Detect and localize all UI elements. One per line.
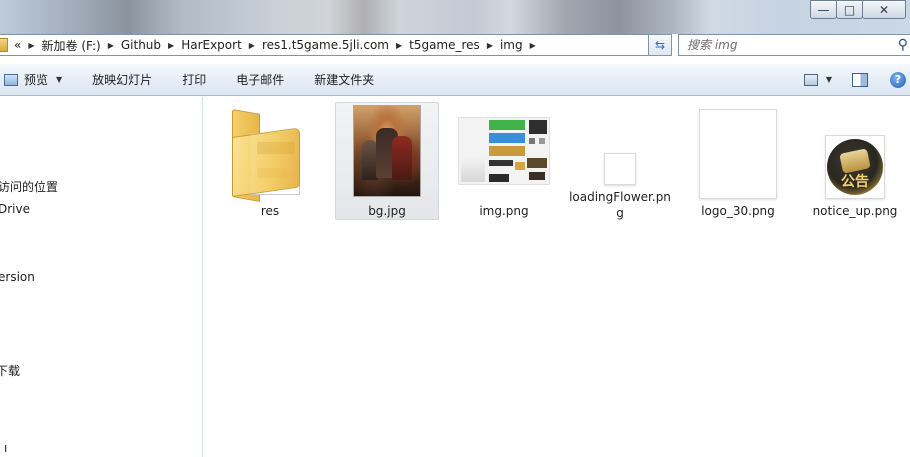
chevron-right-icon: ▶ [28, 40, 35, 50]
file-name: notice_up.png [812, 204, 898, 218]
file-tile-notice-up-png[interactable]: 公告 notice_up.png [803, 103, 907, 221]
print-label: 打印 [182, 73, 207, 87]
image-thumbnail: 公告 [825, 135, 885, 199]
breadcrumb-label: t5game_res [409, 38, 480, 52]
nav-item-version[interactable]: ersion [0, 270, 35, 284]
chevron-down-icon[interactable]: ▼ [826, 75, 832, 84]
new-folder-button[interactable]: 新建文件夹 [314, 71, 374, 88]
nav-item-label: Drive [0, 202, 30, 216]
close-button[interactable]: ✕ [862, 0, 906, 19]
search-box[interactable]: ⚲ [678, 34, 910, 56]
file-name: loadingFlower.png [569, 190, 671, 220]
file-tile-loadingflower-png[interactable]: loadingFlower.png [568, 103, 672, 221]
file-name: bg.jpg [368, 204, 406, 218]
thumbnail [572, 103, 668, 185]
slideshow-label: 放映幻灯片 [92, 73, 153, 87]
preview-pane-icon[interactable] [852, 72, 868, 87]
file-tile-img-png[interactable]: img.png [452, 103, 556, 221]
toolbar-right: ▼ ? [803, 64, 910, 95]
thumbnail [339, 103, 435, 199]
file-tile-res[interactable]: res [218, 103, 322, 221]
email-button[interactable]: 电子邮件 [236, 71, 284, 88]
window-controls: — □ ✕ [810, 0, 906, 19]
nav-item-label: 下载 [0, 364, 21, 378]
nav-item-recent-places[interactable]: 访问的位置 [0, 178, 58, 195]
chevron-right-icon: ▶ [529, 40, 536, 50]
breadcrumb-label: 新加卷 (F:) [41, 38, 101, 53]
nav-item-label: ersion [0, 270, 35, 284]
image-thumbnail [699, 109, 777, 199]
chevron-right-icon: ▶ [168, 40, 175, 50]
file-tile-logo30-png[interactable]: logo_30.png [686, 103, 790, 221]
image-thumbnail [458, 117, 550, 185]
preview-button[interactable]: 预览 ▼ [4, 71, 62, 88]
image-thumbnail [353, 105, 421, 197]
breadcrumb-img[interactable]: ▶ img ▶ [480, 38, 543, 52]
picture-icon [4, 73, 18, 86]
nav-item-partial[interactable]: ı [4, 441, 7, 455]
notice-caption: 公告 [841, 174, 869, 190]
chevron-right-icon: ▶ [486, 40, 493, 50]
refresh-button[interactable]: ⇆ [648, 34, 672, 56]
command-bar: 预览 ▼ 放映幻灯片 打印 电子邮件 新建文件夹 ▼ ? [0, 63, 910, 96]
chevron-right-icon: ▶ [107, 40, 114, 50]
nav-item-drive[interactable]: Drive [0, 202, 30, 216]
help-icon[interactable]: ? [890, 71, 906, 88]
refresh-icon: ⇆ [654, 38, 666, 52]
new-folder-label: 新建文件夹 [314, 73, 375, 87]
breadcrumb-drive[interactable]: ▶ 新加卷 (F:) [21, 37, 100, 54]
chevron-down-icon: ▼ [56, 75, 63, 84]
thumbnail [456, 103, 552, 199]
nav-item-downloads[interactable]: 下载 [0, 362, 20, 379]
breadcrumb-res1[interactable]: ▶ res1.t5game.5jli.com [242, 38, 389, 52]
file-list: res bg.jpg img.png loadingFlower.png log… [204, 97, 910, 457]
nav-item-label: ı [4, 441, 8, 455]
address-bar[interactable]: « ▶ 新加卷 (F:) ▶ Github ▶ HarExport ▶ res1.t5g… [0, 34, 672, 56]
breadcrumb-label: img [499, 38, 523, 52]
maximize-icon: □ [843, 2, 856, 17]
preview-label: 预览 [24, 73, 49, 87]
file-name: img.png [479, 204, 529, 218]
thumbnail [690, 103, 786, 199]
file-name: res [260, 204, 280, 218]
image-thumbnail [604, 153, 636, 185]
file-tile-bg-jpg[interactable]: bg.jpg [335, 102, 439, 220]
chevron-right-icon: ▶ [395, 40, 403, 50]
folder-icon [232, 109, 308, 202]
navigation-pane: 访问的位置 Drive ersion 下载 ı [0, 97, 203, 457]
chevron-right-icon: ▶ [248, 40, 255, 50]
breadcrumb-label: HarExport [181, 38, 242, 52]
breadcrumb-github[interactable]: ▶ Github [101, 38, 161, 52]
print-button[interactable]: 打印 [182, 71, 206, 88]
view-options-icon[interactable] [803, 73, 818, 86]
breadcrumb-t5game-res[interactable]: ▶ t5game_res [389, 38, 480, 52]
email-label: 电子邮件 [236, 73, 285, 87]
breadcrumb-overflow[interactable]: « [14, 38, 21, 52]
search-input[interactable] [687, 38, 887, 52]
title-bar [0, 0, 910, 34]
notice-badge-icon: 公告 [827, 139, 883, 195]
close-icon: ✕ [878, 2, 890, 17]
breadcrumb-label: Github [120, 38, 162, 52]
thumbnail: 公告 [807, 103, 903, 199]
minimize-icon: — [817, 2, 830, 17]
slideshow-button[interactable]: 放映幻灯片 [92, 71, 152, 88]
search-icon[interactable]: ⚲ [898, 37, 908, 53]
maximize-button[interactable]: □ [836, 0, 863, 19]
folder-icon [0, 38, 8, 52]
minimize-button[interactable]: — [810, 0, 837, 19]
breadcrumb-label: res1.t5game.5jli.com [261, 38, 389, 52]
nav-item-label: 访问的位置 [0, 180, 59, 194]
breadcrumb-harexport[interactable]: ▶ HarExport [161, 38, 242, 52]
thumbnail [222, 103, 318, 202]
file-name: logo_30.png [701, 204, 775, 218]
